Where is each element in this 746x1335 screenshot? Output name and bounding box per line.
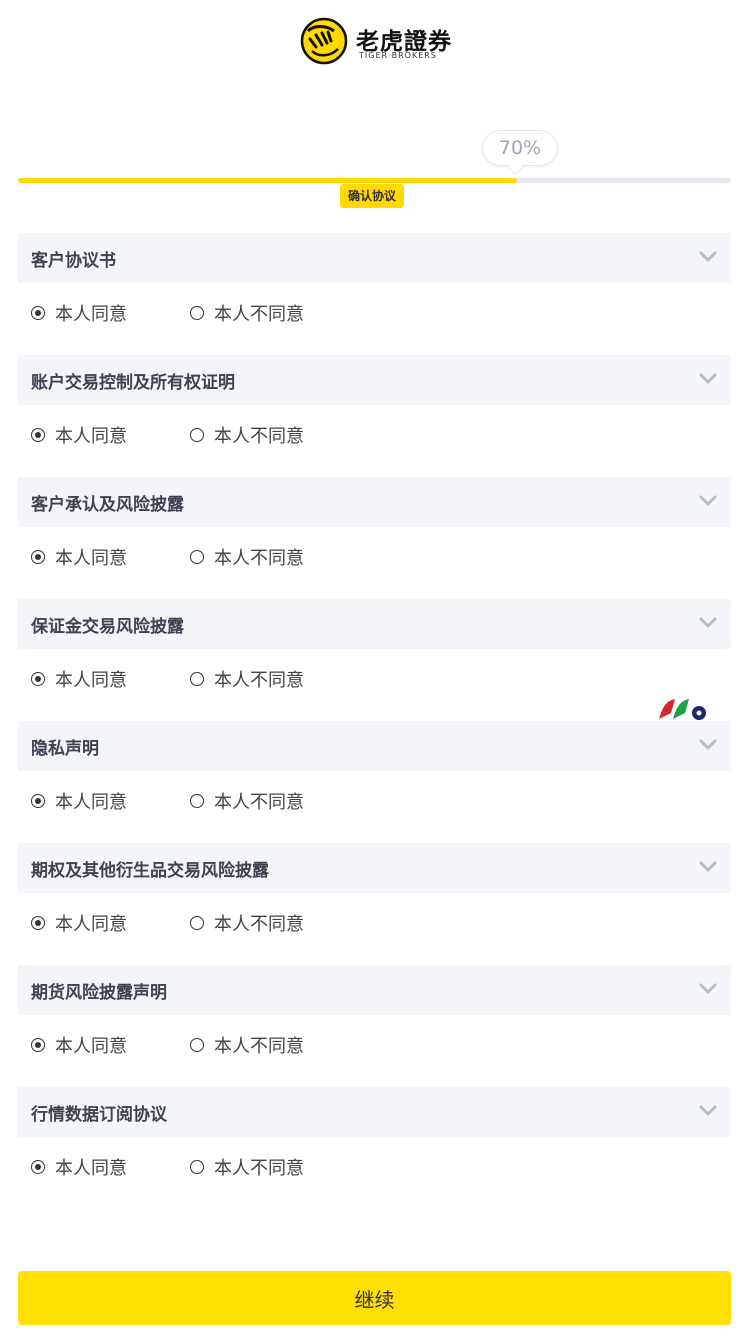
progress-fill	[18, 178, 518, 183]
chevron-down-icon[interactable]	[699, 373, 717, 385]
agree-label: 本人同意	[55, 548, 127, 569]
agreement-section: 隐私声明本人同意 本人不同意	[18, 721, 731, 831]
section-title: 保证金交易风险披露	[31, 616, 184, 637]
brand-name-en: TIGER BROKERS	[359, 51, 437, 60]
disagree-radio[interactable]	[190, 1038, 204, 1052]
disagree-option[interactable]: 本人不同意	[190, 527, 304, 587]
progress-bar	[18, 178, 731, 183]
section-title: 行情数据订阅协议	[31, 1104, 167, 1125]
section-title: 期货风险披露声明	[31, 982, 167, 1003]
section-header[interactable]: 期权及其他衍生品交易风险披露	[18, 843, 731, 893]
disagree-label: 本人不同意	[214, 670, 304, 691]
agree-option[interactable]: 本人同意	[31, 283, 127, 343]
section-header[interactable]: 账户交易控制及所有权证明	[18, 355, 731, 405]
agree-radio[interactable]	[31, 916, 45, 930]
agree-option[interactable]: 本人同意	[31, 893, 127, 953]
disagree-option[interactable]: 本人不同意	[190, 893, 304, 953]
agree-label: 本人同意	[55, 304, 127, 325]
chevron-down-icon[interactable]	[699, 495, 717, 507]
section-options: 本人同意 本人不同意	[18, 405, 731, 465]
section-header[interactable]: 期货风险披露声明	[18, 965, 731, 1015]
chevron-down-icon[interactable]	[699, 617, 717, 629]
disagree-radio[interactable]	[190, 916, 204, 930]
progress-percent-bubble: 70%	[482, 130, 558, 166]
disagree-radio[interactable]	[190, 672, 204, 686]
agree-option[interactable]: 本人同意	[31, 771, 127, 831]
disagree-option[interactable]: 本人不同意	[190, 1137, 304, 1197]
section-options: 本人同意 本人不同意	[18, 1015, 731, 1075]
section-title: 账户交易控制及所有权证明	[31, 372, 235, 393]
chevron-down-icon[interactable]	[699, 739, 717, 751]
agree-option[interactable]: 本人同意	[31, 527, 127, 587]
chevron-down-icon[interactable]	[699, 983, 717, 995]
agreement-section: 客户承认及风险披露本人同意 本人不同意	[18, 477, 731, 587]
disagree-label: 本人不同意	[214, 1158, 304, 1179]
agreement-section: 保证金交易风险披露本人同意 本人不同意	[18, 599, 731, 709]
agree-label: 本人同意	[55, 670, 127, 691]
agreement-section: 期货风险披露声明本人同意 本人不同意	[18, 965, 731, 1075]
section-title: 客户承认及风险披露	[31, 494, 184, 515]
disagree-label: 本人不同意	[214, 1036, 304, 1057]
agree-radio[interactable]	[31, 794, 45, 808]
section-title: 期权及其他衍生品交易风险披露	[31, 860, 269, 881]
agree-radio[interactable]	[31, 1038, 45, 1052]
section-header[interactable]: 行情数据订阅协议	[18, 1087, 731, 1137]
chevron-down-icon[interactable]	[699, 1105, 717, 1117]
section-options: 本人同意 本人不同意	[18, 1137, 731, 1197]
disagree-radio[interactable]	[190, 550, 204, 564]
chevron-down-icon[interactable]	[699, 251, 717, 263]
agree-label: 本人同意	[55, 426, 127, 447]
agree-option[interactable]: 本人同意	[31, 1015, 127, 1075]
agreement-section: 行情数据订阅协议本人同意 本人不同意	[18, 1087, 731, 1197]
agree-label: 本人同意	[55, 1036, 127, 1057]
agree-label: 本人同意	[55, 792, 127, 813]
disagree-option[interactable]: 本人不同意	[190, 283, 304, 343]
agree-label: 本人同意	[55, 914, 127, 935]
section-title: 客户协议书	[31, 250, 116, 271]
disagree-label: 本人不同意	[214, 304, 304, 325]
header: 老虎證券 TIGER BROKERS	[0, 0, 746, 80]
section-header[interactable]: 客户协议书	[18, 233, 731, 283]
disagree-label: 本人不同意	[214, 914, 304, 935]
disagree-label: 本人不同意	[214, 426, 304, 447]
tiger-logo-icon	[300, 17, 348, 65]
agreement-section: 客户协议书本人同意 本人不同意	[18, 233, 731, 343]
disagree-radio[interactable]	[190, 1160, 204, 1174]
section-options: 本人同意 本人不同意	[18, 527, 731, 587]
agree-radio[interactable]	[31, 550, 45, 564]
agree-label: 本人同意	[55, 1158, 127, 1179]
section-header[interactable]: 保证金交易风险披露	[18, 599, 731, 649]
agree-radio[interactable]	[31, 672, 45, 686]
disagree-option[interactable]: 本人不同意	[190, 1015, 304, 1075]
agree-radio[interactable]	[31, 428, 45, 442]
section-header[interactable]: 隐私声明	[18, 721, 731, 771]
disagree-radio[interactable]	[190, 428, 204, 442]
section-options: 本人同意 本人不同意	[18, 771, 731, 831]
disagree-label: 本人不同意	[214, 548, 304, 569]
disagree-option[interactable]: 本人不同意	[190, 771, 304, 831]
section-options: 本人同意 本人不同意	[18, 283, 731, 343]
section-title: 隐私声明	[31, 738, 99, 759]
disagree-radio[interactable]	[190, 306, 204, 320]
agreement-section: 期权及其他衍生品交易风险披露本人同意 本人不同意	[18, 843, 731, 953]
section-options: 本人同意 本人不同意	[18, 893, 731, 953]
agree-radio[interactable]	[31, 306, 45, 320]
agree-option[interactable]: 本人同意	[31, 649, 127, 709]
agreement-section: 账户交易控制及所有权证明本人同意 本人不同意	[18, 355, 731, 465]
step-badge: 确认协议	[340, 184, 405, 208]
disagree-label: 本人不同意	[214, 792, 304, 813]
section-header[interactable]: 客户承认及风险披露	[18, 477, 731, 527]
disagree-option[interactable]: 本人不同意	[190, 649, 304, 709]
disagree-radio[interactable]	[190, 794, 204, 808]
chevron-down-icon[interactable]	[699, 861, 717, 873]
agree-option[interactable]: 本人同意	[31, 405, 127, 465]
disagree-option[interactable]: 本人不同意	[190, 405, 304, 465]
floating-brand-logo-icon	[659, 699, 706, 720]
section-options: 本人同意 本人不同意	[18, 649, 731, 709]
agree-option[interactable]: 本人同意	[31, 1137, 127, 1197]
continue-button[interactable]: 继续	[18, 1271, 731, 1325]
agree-radio[interactable]	[31, 1160, 45, 1174]
